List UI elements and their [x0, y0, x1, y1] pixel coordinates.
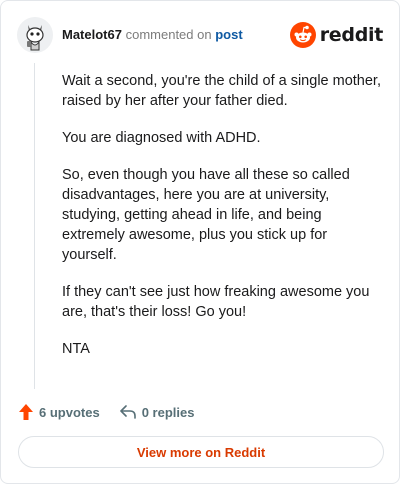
post-link[interactable]: post: [215, 27, 242, 42]
comment-paragraph: Wait a second, you're the child of a sin…: [62, 73, 381, 109]
upvote-arrow-icon: [19, 404, 33, 420]
reply-count: 0 replies: [141, 404, 195, 420]
upvote-button[interactable]: 6 upvotes: [19, 404, 100, 420]
username-link[interactable]: Matelot67: [62, 27, 122, 42]
thread-line[interactable]: [34, 63, 35, 389]
reddit-wordmark: reddit: [319, 24, 384, 46]
comment-byline: Matelot67 commented on post: [62, 27, 243, 43]
commented-on-label: commented on: [125, 27, 212, 42]
comment-embed-card: Matelot67 commented on post reddit Wait …: [0, 0, 400, 484]
reddit-logo[interactable]: reddit: [289, 21, 384, 49]
view-more-button[interactable]: View more on Reddit: [18, 436, 384, 468]
upvote-count: 6 upvotes: [39, 404, 100, 420]
comment-header: Matelot67 commented on post reddit: [17, 17, 383, 53]
reply-arrow-icon: [119, 405, 136, 419]
comment-paragraph: If they can't see just how freaking awes…: [62, 284, 370, 320]
comment-paragraph: So, even though you have all these so ca…: [62, 167, 350, 263]
reddit-snoo-icon: [289, 22, 316, 48]
comment-paragraph: You are diagnosed with ADHD.: [62, 130, 261, 146]
replies-button[interactable]: 0 replies: [119, 404, 195, 420]
avatar-snoo-icon: [17, 17, 53, 53]
comment-body: Wait a second, you're the child of a sin…: [62, 71, 382, 376]
comment-actions: 6 upvotes 0 replies: [19, 402, 194, 422]
user-avatar[interactable]: [17, 17, 53, 53]
comment-paragraph: NTA: [62, 341, 90, 357]
